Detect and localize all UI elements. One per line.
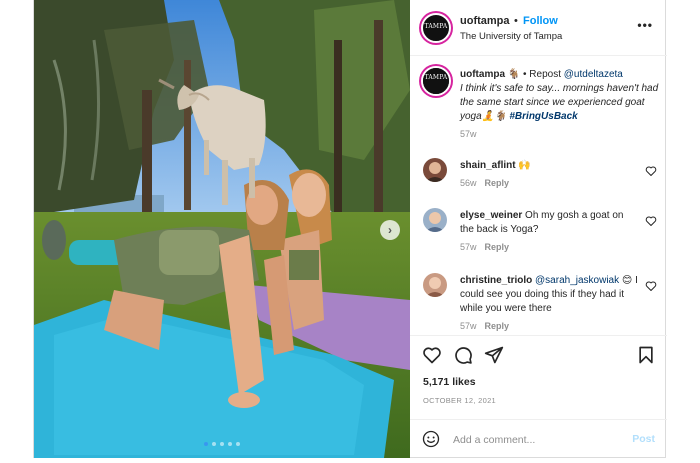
caption-username[interactable]: uoftampa [460, 69, 505, 80]
post-date[interactable]: OCTOBER 12, 2021 [423, 396, 496, 405]
post-comment-button[interactable]: Post [632, 433, 655, 445]
commenter-avatar[interactable] [423, 158, 447, 182]
likes-count[interactable]: 5,171 likes [423, 376, 476, 388]
reply-button[interactable]: Reply [485, 242, 510, 252]
comment-username[interactable]: elyse_weiner [460, 210, 522, 221]
comment-text: 🙌 [518, 160, 531, 171]
carousel-dot [212, 442, 216, 446]
post-header: TAMPA uoftampa • Follow The University o… [410, 0, 667, 56]
comments-list[interactable]: TAMPA uoftampa 🐐 • Repost @utdeltazeta I… [410, 57, 667, 335]
comment-username[interactable]: shain_aflint [460, 160, 516, 171]
commenter-avatar[interactable] [423, 273, 447, 297]
comment-body: shain_aflint 🙌 56w Reply [460, 159, 638, 190]
hashtag-link[interactable]: #BringUsBack [509, 111, 577, 122]
comment-icon[interactable] [453, 345, 473, 365]
mention-link[interactable]: @sarah_jaskowiak [535, 275, 619, 286]
commenter-avatar[interactable] [423, 208, 447, 232]
add-comment-input[interactable] [453, 432, 623, 448]
reply-button[interactable]: Reply [485, 178, 510, 188]
commenter-avatar-image [425, 277, 445, 297]
separator-dot: • [514, 15, 518, 27]
post-photo[interactable]: › [34, 0, 410, 458]
caption-body: uoftampa 🐐 • Repost @utdeltazeta I think… [460, 68, 660, 141]
heart-icon[interactable] [422, 345, 442, 365]
comment-time[interactable]: 57w [460, 321, 477, 331]
avatar-logo-text: TAMPA [424, 23, 448, 30]
caption-time[interactable]: 57w [460, 129, 477, 139]
repost-label: • Repost [523, 69, 561, 80]
account-subtitle[interactable]: The University of Tampa [460, 31, 562, 42]
share-icon[interactable] [484, 345, 504, 365]
bookmark-icon[interactable] [636, 345, 656, 365]
comment-time[interactable]: 57w [460, 242, 477, 252]
chevron-right-icon[interactable]: › [380, 220, 400, 240]
heart-icon[interactable] [645, 165, 657, 177]
comment-time[interactable]: 56w [460, 178, 477, 188]
action-bar [410, 335, 667, 371]
post-sidebar: TAMPA uoftampa • Follow The University o… [410, 0, 667, 458]
caption-username-emoji: 🐐 [507, 69, 521, 80]
commenter-avatar-image [425, 212, 445, 232]
avatar[interactable]: TAMPA [421, 13, 451, 43]
commenter-avatar-image [425, 162, 445, 182]
add-comment-bar: Post [410, 419, 667, 458]
comment-body: christine_triolo @sarah_jaskowiak 😊 I co… [460, 274, 638, 333]
reply-button[interactable]: Reply [485, 321, 510, 331]
comment-username[interactable]: christine_triolo [460, 275, 532, 286]
instagram-post: › TAMPA uoftampa • Follow The University… [33, 0, 667, 458]
carousel-dot [228, 442, 232, 446]
carousel-dot [220, 442, 224, 446]
goat-yoga-photo [34, 0, 410, 458]
follow-button[interactable]: Follow [523, 15, 558, 27]
heart-icon[interactable] [645, 215, 657, 227]
carousel-dot [204, 442, 208, 446]
username-link[interactable]: uoftampa [460, 15, 510, 27]
comment-body: elyse_weiner Oh my gosh a goat on the ba… [460, 209, 638, 254]
carousel-dots [204, 442, 240, 446]
emoji-icon[interactable] [422, 430, 440, 448]
avatar-logo-text: TAMPA [424, 74, 448, 81]
carousel-dot [236, 442, 240, 446]
more-options-icon[interactable]: ••• [637, 18, 653, 32]
heart-icon[interactable] [645, 280, 657, 292]
caption-avatar[interactable]: TAMPA [421, 66, 451, 96]
repost-handle-link[interactable]: @utdeltazeta [564, 69, 623, 80]
